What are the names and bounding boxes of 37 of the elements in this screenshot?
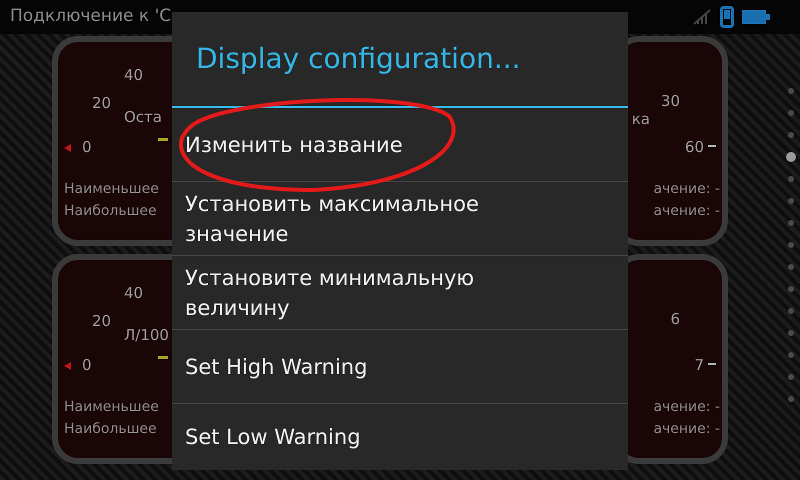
menu-item[interactable]: Set High Warning (172, 330, 628, 404)
menu-item[interactable]: Установите минимальную величину (172, 256, 628, 330)
gauge-stat-text: ачение: - (653, 420, 720, 439)
dialog-title: Display configuration... (196, 41, 521, 77)
scale-tick (708, 145, 716, 147)
gauge-label: Оста (124, 107, 162, 128)
phone-icon (720, 6, 734, 28)
scale-label: 20 (92, 93, 112, 114)
menu-item[interactable]: Установить максимальное значение (172, 182, 628, 256)
gauge-stat-text: ачение: - (653, 180, 720, 199)
gauge-stat-text: ачение: - (653, 398, 720, 417)
needle-tick (158, 356, 168, 359)
scale-label: 20 (92, 311, 112, 332)
scale-label: 0 (82, 355, 92, 376)
scale-label: 6 (670, 309, 680, 330)
status-title: Подключение к 'С (10, 5, 172, 28)
battery-icon (742, 9, 770, 25)
gauge-stat-text: Наибольшее (64, 420, 158, 439)
scale-label: 60 (684, 137, 704, 158)
gauge-stat-text: Наибольшее (64, 202, 158, 221)
scale-label: 0 (82, 137, 92, 158)
gauge-stat-text: Наименьшее (64, 180, 159, 199)
scale-tick (708, 363, 716, 365)
no-signal-icon (692, 8, 712, 26)
scale-label: 40 (124, 283, 144, 304)
scale-label: 30 (660, 91, 680, 112)
gauge-stat-text: Наименьшее (64, 398, 159, 417)
menu-item[interactable]: Изменить название (172, 108, 628, 182)
scale-label: 7 (694, 355, 704, 376)
warning-marker-icon (64, 144, 71, 152)
gauge-label: ка (632, 109, 650, 130)
menu-item[interactable]: Set Low Warning (172, 404, 628, 470)
needle-tick (158, 138, 168, 141)
warning-marker-icon (64, 362, 71, 370)
gauge-stat-text: ачение: - (653, 202, 720, 221)
scale-label: 40 (124, 65, 144, 86)
gauge-label: Л/100 (124, 325, 169, 346)
